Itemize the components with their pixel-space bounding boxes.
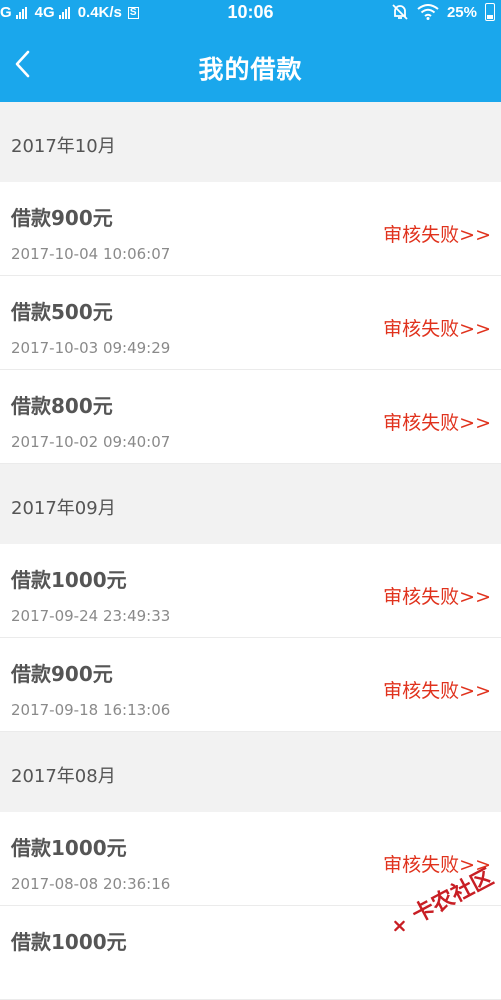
loan-date: 2017-10-03 09:49:29 [11, 339, 171, 357]
wifi-icon [417, 4, 439, 20]
loan-status-link[interactable]: 审核失败>> [383, 676, 491, 703]
loan-date: 2017-10-04 10:06:07 [11, 245, 171, 263]
month-header: 2017年10月 [0, 102, 501, 182]
loan-item[interactable]: 借款1000元 2017-09-24 23:49:33 审核失败>> [0, 544, 501, 638]
month-header: 2017年09月 [0, 464, 501, 544]
loan-status-link[interactable]: 审核失败>> [383, 220, 491, 247]
loan-status-link[interactable]: 审核失败>> [383, 408, 491, 435]
loan-item[interactable]: 借款500元 2017-10-03 09:49:29 审核失败>> [0, 276, 501, 370]
loan-amount: 借款500元 [11, 300, 113, 324]
loan-date: 2017-09-24 23:49:33 [11, 607, 171, 625]
loan-date: 2017-09-18 16:13:06 [11, 701, 171, 719]
loan-status-link[interactable]: 审核失败>> [383, 582, 491, 609]
battery-icon [485, 3, 495, 21]
loan-item[interactable]: 借款900元 2017-09-18 16:13:06 审核失败>> [0, 638, 501, 732]
loan-amount: 借款1000元 [11, 568, 127, 592]
month-label: 2017年08月 [11, 766, 116, 787]
loan-item[interactable]: 借款900元 2017-10-04 10:06:07 审核失败>> [0, 182, 501, 276]
page-title: 我的借款 [198, 55, 303, 84]
alarm-off-icon [392, 4, 408, 20]
month-header: 2017年08月 [0, 732, 501, 812]
loan-date: 2017-10-02 09:40:07 [11, 433, 171, 451]
loan-item[interactable]: 借款800元 2017-10-02 09:40:07 审核失败>> [0, 370, 501, 464]
status-right: 25% [391, 3, 495, 21]
watermark-text: 卡农社区 [408, 864, 498, 928]
loan-amount: 借款900元 [11, 662, 113, 686]
loan-amount: 借款800元 [11, 394, 113, 418]
month-label: 2017年10月 [11, 136, 116, 157]
loan-status-link[interactable]: 审核失败>> [383, 314, 491, 341]
loan-date: 2017-08-08 20:36:16 [11, 875, 171, 893]
battery-percent: 25% [446, 3, 477, 21]
logo-icon [394, 920, 405, 931]
navigation-bar: 我的借款 [0, 26, 501, 102]
month-label: 2017年09月 [11, 498, 116, 519]
loan-amount: 借款1000元 [11, 836, 127, 860]
watermark: 卡农社区 [394, 860, 501, 951]
status-bar: G 4G 0.4K/s S 10:06 25% [0, 0, 501, 26]
loan-amount: 借款900元 [11, 206, 113, 230]
